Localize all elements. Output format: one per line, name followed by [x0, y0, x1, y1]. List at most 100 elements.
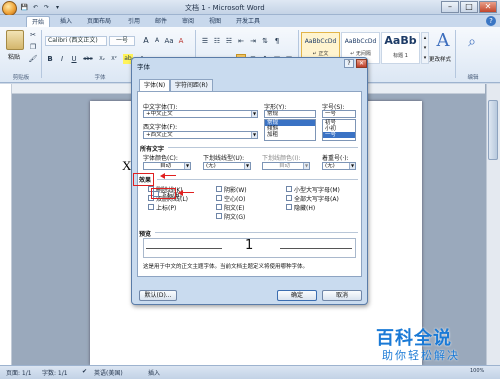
redo-icon[interactable]: ↷: [42, 3, 51, 12]
underline-icon[interactable]: U: [69, 54, 79, 64]
tab-mailings[interactable]: 邮件: [150, 16, 172, 27]
change-styles-label[interactable]: 更改样式: [429, 55, 451, 63]
divider: [155, 232, 358, 233]
change-case-icon[interactable]: Aa: [164, 36, 174, 46]
style-label: 标题 1: [393, 53, 408, 59]
emphasis-mark-label: 着重号(·):: [322, 155, 349, 162]
save-icon[interactable]: 💾: [20, 3, 29, 12]
copy-icon[interactable]: ❐: [28, 42, 38, 52]
grow-font-icon[interactable]: A: [141, 36, 151, 46]
ok-button[interactable]: 确定: [277, 290, 317, 301]
style-label: ↵ 正文: [312, 51, 329, 57]
annotation-arrow-line: [182, 192, 194, 193]
paste-icon[interactable]: [6, 30, 24, 50]
multilevel-list-icon[interactable]: ☵: [224, 36, 234, 46]
small-caps-label: 小型大写字母(M): [294, 187, 340, 194]
binoculars-icon[interactable]: ⌕: [462, 32, 482, 52]
clear-format-icon[interactable]: A: [176, 36, 186, 46]
small-caps-checkbox[interactable]: [286, 186, 292, 192]
sort-icon[interactable]: ⇅: [260, 36, 270, 46]
tab-developer[interactable]: 开发工具: [231, 16, 265, 27]
increase-indent-icon[interactable]: ⇥: [248, 36, 258, 46]
shrink-font-icon[interactable]: A: [152, 36, 162, 46]
superscript-icon[interactable]: X²: [109, 54, 119, 64]
cancel-button[interactable]: 取消: [322, 290, 362, 301]
undo-icon[interactable]: ↶: [31, 3, 40, 12]
emboss-checkbox[interactable]: [216, 204, 222, 210]
help-icon[interactable]: ?: [486, 16, 496, 26]
dialog-close-button[interactable]: ✕: [356, 59, 367, 68]
list-item[interactable]: 一号: [323, 132, 355, 138]
emphasis-mark-select[interactable]: (无) ▼: [322, 162, 356, 170]
western-font-select[interactable]: +西文正文 ▼: [143, 131, 258, 139]
status-word-count[interactable]: 字数: 1/1: [42, 368, 68, 377]
decrease-indent-icon[interactable]: ⇤: [236, 36, 246, 46]
divider: [157, 179, 358, 180]
tab-insert[interactable]: 插入: [55, 16, 77, 27]
font-color-select[interactable]: 自动 ▼: [143, 162, 191, 170]
all-caps-checkbox[interactable]: [286, 195, 292, 201]
annotation-arrow-icon: [160, 173, 165, 179]
document-text[interactable]: X: [122, 158, 131, 174]
bold-icon[interactable]: B: [45, 54, 55, 64]
proofing-icon[interactable]: ✔: [82, 368, 87, 375]
maximize-button[interactable]: □: [460, 1, 478, 13]
style-heading-1[interactable]: AaBb 标题 1: [381, 32, 420, 64]
chinese-font-select[interactable]: +中文正文 ▼: [143, 110, 258, 118]
font-size-input[interactable]: 一号: [322, 110, 356, 118]
numbering-icon[interactable]: ☷: [212, 36, 222, 46]
tab-review[interactable]: 审阅: [177, 16, 199, 27]
dialog-help-button[interactable]: ?: [344, 59, 354, 68]
edit-group-label[interactable]: 编辑: [460, 73, 486, 81]
engrave-checkbox[interactable]: [216, 213, 222, 219]
italic-icon[interactable]: I: [57, 54, 67, 64]
tab-home[interactable]: 开始: [26, 16, 51, 27]
subscript-checkbox[interactable]: [153, 191, 159, 197]
change-styles-icon[interactable]: A: [433, 30, 453, 52]
style-sample: AaBb: [384, 34, 417, 47]
tab-character-spacing[interactable]: 字符间距(R): [170, 79, 213, 91]
font-style-list[interactable]: 常规 倾斜 加粗: [264, 119, 316, 141]
chevron-down-icon: ▼: [244, 163, 250, 169]
tab-references[interactable]: 引用: [123, 16, 145, 27]
font-family-select[interactable]: Calibri (西文正文): [45, 36, 107, 46]
scrollbar-thumb[interactable]: [488, 100, 498, 160]
strikethrough-icon[interactable]: abe: [81, 54, 95, 64]
underline-color-select[interactable]: 自动 ▼: [262, 162, 310, 170]
minimize-button[interactable]: –: [441, 1, 459, 13]
set-default-button[interactable]: 默认(D)...: [139, 290, 177, 301]
outline-checkbox[interactable]: [216, 195, 222, 201]
customize-quick-access-icon[interactable]: ▾: [53, 3, 62, 12]
status-insert-mode[interactable]: 插入: [148, 368, 160, 377]
format-painter-icon[interactable]: 🖌: [28, 54, 38, 64]
paste-button-label[interactable]: 粘贴: [8, 52, 20, 61]
tab-view[interactable]: 视图: [204, 16, 226, 27]
shadow-checkbox[interactable]: [216, 186, 222, 192]
show-marks-icon[interactable]: ¶: [272, 36, 282, 46]
engrave-label: 阴文(G): [224, 214, 246, 221]
cut-icon[interactable]: ✂: [28, 30, 38, 40]
list-item[interactable]: 加粗: [265, 132, 315, 138]
divider: [168, 147, 358, 148]
status-page[interactable]: 页面: 1/1: [6, 368, 32, 377]
all-caps-label: 全部大写字母(A): [294, 196, 339, 203]
superscript-checkbox[interactable]: [148, 204, 154, 210]
divider: [455, 30, 456, 78]
font-size-select[interactable]: 一号: [109, 36, 135, 46]
close-window-button[interactable]: ✕: [479, 1, 497, 13]
office-button[interactable]: [2, 1, 17, 16]
status-zoom[interactable]: 100%: [470, 368, 484, 374]
annotation-arrow-line: [164, 175, 176, 176]
status-bar: [0, 365, 500, 379]
subscript-icon[interactable]: X₂: [97, 54, 107, 64]
font-size-list[interactable]: 初号 小初 一号: [322, 119, 356, 141]
styles-more-icon[interactable]: ▴ ▾ ▾: [421, 32, 429, 64]
shadow-label: 阴影(W): [224, 187, 247, 194]
underline-style-select[interactable]: (无) ▼: [203, 162, 251, 170]
hidden-checkbox[interactable]: [286, 204, 292, 210]
font-style-input[interactable]: 常规: [264, 110, 316, 118]
vertical-ruler[interactable]: [0, 84, 12, 365]
tab-page-layout[interactable]: 页面布局: [82, 16, 116, 27]
bullets-icon[interactable]: ☰: [200, 36, 210, 46]
status-language[interactable]: 英语(美国): [94, 368, 123, 377]
